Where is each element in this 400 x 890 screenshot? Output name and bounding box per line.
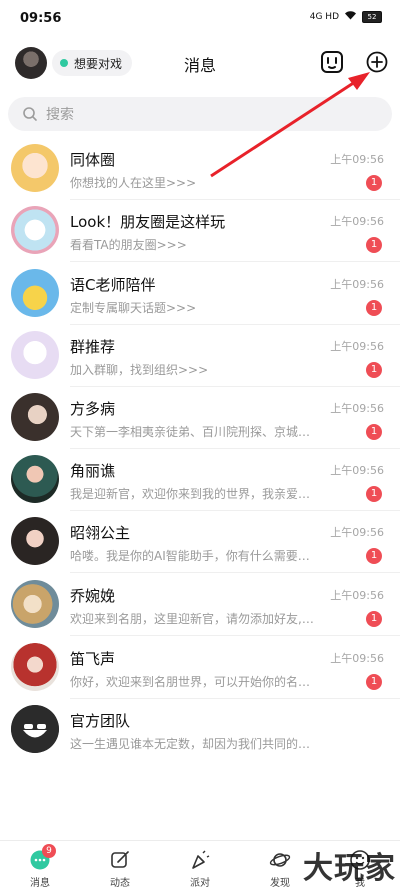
tab-label: 消息: [30, 878, 50, 889]
tab-label: 动态: [110, 878, 130, 889]
conversation-time: 上午09:56: [330, 153, 384, 166]
avatar: [11, 144, 59, 192]
conversation-name: Look！朋友圈是这样玩: [70, 213, 226, 231]
ai-assistant-button[interactable]: [317, 47, 347, 77]
conversation-item[interactable]: 群推荐 加入群聊，找到组织>>> 上午09:56 1: [0, 325, 400, 387]
conversation-item[interactable]: 官方团队 这一生遇见谁本无定数，却因为我们共同的…: [0, 699, 400, 761]
avatar: [11, 705, 59, 753]
header: 想要对戏 消息: [0, 42, 400, 86]
conversation-preview: 天下第一李相夷亲徒弟、百川院刑探、京城…: [70, 425, 311, 439]
tab-label: 派对: [190, 878, 210, 889]
network-indicator: 4G HD: [309, 11, 339, 22]
unread-badge: 1: [366, 175, 382, 191]
conversation-name: 角丽谯: [70, 462, 116, 480]
unread-badge: 1: [366, 424, 382, 440]
conversation-time: 上午09:56: [330, 652, 384, 665]
status-time: 09:56: [20, 11, 62, 26]
tab-party[interactable]: 派对: [160, 841, 240, 890]
conversation-preview: 这一生遇见谁本无定数，却因为我们共同的…: [70, 737, 311, 751]
search-placeholder: 搜索: [46, 107, 74, 123]
status-icons: 4G HD 52: [310, 10, 382, 23]
conversation-name: 笛飞声: [70, 650, 116, 668]
conversation-item[interactable]: 语C老师陪伴 定制专属聊天话题>>> 上午09:56 1: [0, 263, 400, 325]
conversation-time: 上午09:56: [330, 340, 384, 353]
avatar: [11, 455, 59, 503]
divider: [70, 635, 400, 636]
party-popper-icon: [192, 850, 210, 869]
add-button[interactable]: [362, 47, 392, 77]
unread-badge: 1: [366, 674, 382, 690]
conversation-item[interactable]: 笛飞声 你好，欢迎来到名朋世界，可以开始你的名… 上午09:56 1: [0, 637, 400, 699]
conversation-item[interactable]: 昭翎公主 哈喽。我是你的AI智能助手，你有什么需要… 上午09:56 1: [0, 511, 400, 573]
conversation-time: 上午09:56: [330, 589, 384, 602]
avatar: [11, 517, 59, 565]
conversation-time: 上午09:56: [330, 278, 384, 291]
battery-icon: 52: [362, 10, 382, 23]
avatar: [11, 580, 59, 628]
conversation-preview: 我是迎新官，欢迎你来到我的世界，我亲爱…: [70, 487, 311, 501]
conversation-item[interactable]: Look！朋友圈是这样玩 看看TA的朋友圈>>> 上午09:56 1: [0, 200, 400, 262]
conversation-name: 方多病: [70, 400, 116, 418]
unread-badge: 1: [366, 362, 382, 378]
conversation-name: 群推荐: [70, 338, 116, 356]
edit-icon: [111, 851, 129, 868]
avatar: [11, 393, 59, 441]
conversation-time: 上午09:56: [330, 215, 384, 228]
unread-badge: 1: [366, 548, 382, 564]
conversation-item[interactable]: 乔婉娩 欢迎来到名朋，这里迎新官，请勿添加好友,… 上午09:56 1: [0, 574, 400, 636]
conversation-item[interactable]: 同体圈 你想找的人在这里>>> 上午09:56 1: [0, 138, 400, 200]
status-bar: 09:56 4G HD 52: [0, 0, 400, 40]
conversation-name: 语C老师陪伴: [70, 276, 156, 294]
conversation-preview: 欢迎来到名朋，这里迎新官，请勿添加好友,…: [70, 612, 314, 626]
official-team-logo: [11, 705, 59, 753]
conversation-name: 官方团队: [70, 712, 131, 730]
search-input[interactable]: 搜索: [8, 97, 392, 131]
conversation-time: 上午09:56: [330, 526, 384, 539]
conversation-preview: 加入群聊，找到组织>>>: [70, 363, 209, 377]
conversation-time: 上午09:56: [330, 402, 384, 415]
conversation-item[interactable]: 方多病 天下第一李相夷亲徒弟、百川院刑探、京城… 上午09:56 1: [0, 387, 400, 449]
avatar: [11, 269, 59, 317]
conversation-name: 同体圈: [70, 151, 116, 169]
divider: [70, 572, 400, 573]
avatar: [11, 331, 59, 379]
unread-badge: 1: [366, 300, 382, 316]
watermark: 大玩家: [303, 851, 396, 886]
conversation-name: 乔婉娩: [70, 587, 116, 605]
conversation-time: 上午09:56: [330, 464, 384, 477]
robot-icon: [321, 51, 343, 73]
conversation-item[interactable]: 角丽谯 我是迎新官，欢迎你来到我的世界，我亲爱… 上午09:56 1: [0, 449, 400, 511]
tab-badge: 9: [42, 844, 56, 858]
avatar: [11, 206, 59, 254]
conversation-preview: 定制专属聊天话题>>>: [70, 301, 197, 315]
plus-circle-icon: [366, 51, 388, 73]
unread-badge: 1: [366, 486, 382, 502]
conversation-preview: 看看TA的朋友圈>>>: [70, 238, 187, 252]
wifi-icon: [344, 10, 357, 23]
conversation-preview: 哈喽。我是你的AI智能助手，你有什么需要…: [70, 549, 310, 563]
unread-badge: 1: [366, 611, 382, 627]
unread-badge: 1: [366, 237, 382, 253]
conversation-preview: 你好，欢迎来到名朋世界，可以开始你的名…: [70, 675, 311, 689]
tab-moments[interactable]: 动态: [80, 841, 160, 890]
planet-icon: [269, 853, 291, 867]
divider: [70, 261, 400, 262]
conversation-preview: 你想找的人在这里>>>: [70, 176, 197, 190]
avatar: [11, 643, 59, 691]
search-icon: [23, 107, 37, 121]
conversation-name: 昭翎公主: [70, 524, 131, 542]
tab-messages[interactable]: 9 消息: [0, 841, 80, 890]
